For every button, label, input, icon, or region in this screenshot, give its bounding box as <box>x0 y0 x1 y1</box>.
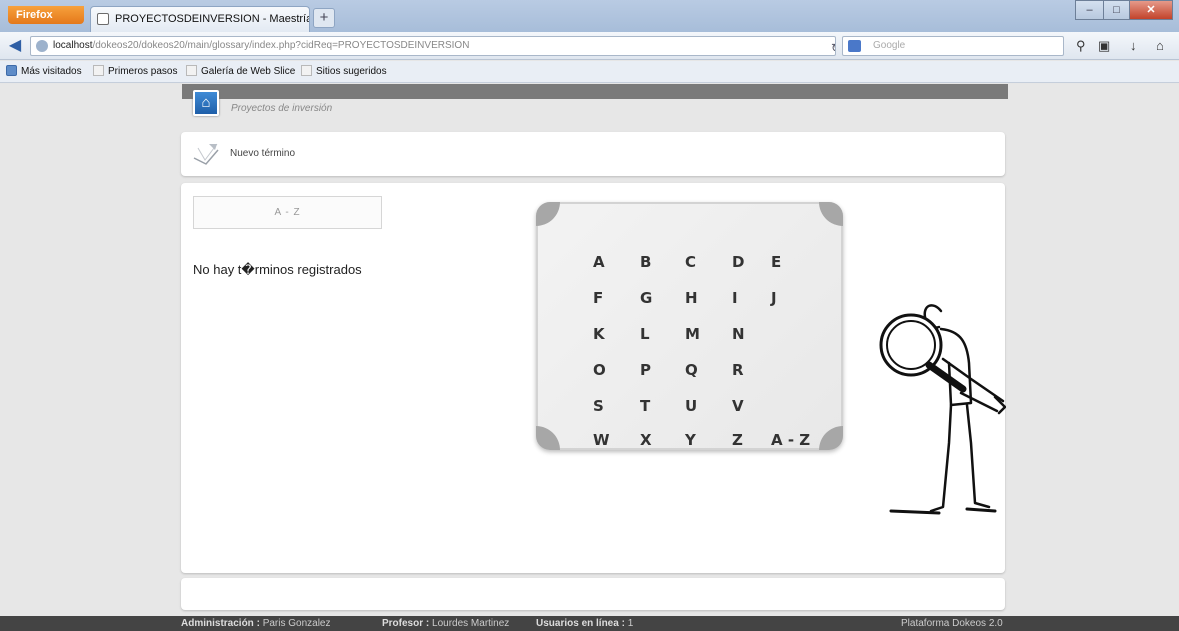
footer-bar: Administración : Paris Gonzalez Profesor… <box>0 616 1179 631</box>
bookmarks-menu-icon[interactable]: ▣ <box>1098 38 1110 54</box>
bookmark-page-icon <box>301 65 312 76</box>
magnifier-person-illustration <box>879 304 1006 515</box>
letter-link[interactable]: K <box>593 325 605 343</box>
footer-admin: Administración : Paris Gonzalez <box>181 618 331 629</box>
letter-link[interactable]: F <box>593 289 603 307</box>
site-identity-icon[interactable] <box>36 40 48 52</box>
new-term-link[interactable]: Nuevo término <box>230 148 295 159</box>
letter-link[interactable]: Z <box>732 431 743 449</box>
bookmark-web-slice[interactable]: Galería de Web Slice <box>186 65 295 79</box>
bookmark-suggested-sites[interactable]: Sitios sugeridos <box>301 65 387 79</box>
letter-all-link[interactable]: A - Z <box>771 431 810 449</box>
breadcrumb[interactable]: Proyectos de inversión <box>231 103 332 114</box>
firefox-menu-button[interactable]: Firefox <box>8 6 84 24</box>
letter-link[interactable]: H <box>685 289 698 307</box>
letter-link[interactable]: T <box>640 397 650 415</box>
glossary-content: A - Z No hay t�rminos registrados A B C D E F… <box>181 183 1006 573</box>
letter-link[interactable]: N <box>732 325 745 343</box>
maximize-button[interactable]: □ <box>1103 0 1130 20</box>
new-tab-button[interactable]: + <box>313 8 335 28</box>
address-bar[interactable]: localhost/dokeos20/dokeos20/main/glossar… <box>30 36 836 56</box>
url-path: /dokeos20/dokeos20/main/glossary/index.p… <box>92 40 470 51</box>
bookmark-star-icon <box>6 65 17 76</box>
letter-link[interactable]: O <box>593 361 606 379</box>
bookmark-page-icon <box>186 65 197 76</box>
letter-link[interactable]: X <box>640 431 652 449</box>
browser-navbar: ◀ localhost/dokeos20/dokeos20/main/gloss… <box>0 32 1179 60</box>
board-corner <box>819 202 843 226</box>
board-corner <box>819 426 843 450</box>
reload-icon[interactable]: ↻ <box>831 39 835 55</box>
tab-title: PROYECTOSDEINVERSION - Maestría en ... <box>115 13 310 25</box>
course-home-button[interactable]: ⌂ <box>193 90 219 116</box>
letter-link[interactable]: P <box>640 361 651 379</box>
home-icon[interactable]: ⌂ <box>1156 38 1164 53</box>
letter-link[interactable]: I <box>732 289 738 307</box>
search-engine-icon[interactable] <box>848 40 861 52</box>
letter-link[interactable]: C <box>685 253 696 271</box>
letter-link[interactable]: M <box>685 325 700 343</box>
az-tab[interactable]: A - Z <box>193 196 382 229</box>
board-corner <box>536 202 560 226</box>
search-icon[interactable]: ⚲ <box>1076 38 1086 54</box>
page-favicon-icon <box>97 13 109 25</box>
letter-link[interactable]: R <box>732 361 744 379</box>
bookmarks-toolbar: Más visitados Primeros pasos Galería de … <box>0 61 1179 83</box>
letter-link[interactable]: U <box>685 397 697 415</box>
letter-link[interactable]: S <box>593 397 604 415</box>
letter-link[interactable]: D <box>732 253 744 271</box>
letter-link[interactable]: E <box>771 253 781 271</box>
download-icon[interactable]: ↓ <box>1130 38 1137 53</box>
search-input[interactable]: Google <box>842 36 1064 56</box>
bookmark-page-icon <box>93 65 104 76</box>
letter-link[interactable]: A <box>593 253 605 271</box>
url-host: localhost <box>53 40 93 51</box>
footer-online-users[interactable]: Usuarios en línea : 1 <box>536 618 633 629</box>
close-window-button[interactable]: ✕ <box>1129 0 1173 20</box>
letter-link[interactable]: Y <box>685 431 696 449</box>
letter-link[interactable]: J <box>771 289 777 307</box>
letter-link[interactable]: W <box>593 431 610 449</box>
empty-terms-message: No hay t�rminos registrados <box>193 262 362 277</box>
footer-teacher: Profesor : Lourdes Martinez <box>382 618 510 629</box>
header-strip <box>182 84 1008 99</box>
glossary-toolbar: Nuevo término <box>181 132 1005 176</box>
back-arrow-icon[interactable]: ◀ <box>6 37 24 55</box>
letter-link[interactable]: G <box>640 289 652 307</box>
letter-index-board: A B C D E F G H I J K L M N O P Q R S T U V W X Y Z A - Z <box>536 202 843 450</box>
browser-titlebar: Firefox PROYECTOSDEINVERSION - Maestría … <box>0 0 1179 32</box>
board-corner <box>536 426 560 450</box>
bookmark-getting-started[interactable]: Primeros pasos <box>93 65 177 79</box>
letter-link[interactable]: Q <box>685 361 698 379</box>
search-placeholder: Google <box>873 40 906 51</box>
minimize-button[interactable]: – <box>1075 0 1104 20</box>
bookmark-most-visited[interactable]: Más visitados <box>6 65 82 79</box>
letter-link[interactable]: B <box>640 253 651 271</box>
browser-tab[interactable]: PROYECTOSDEINVERSION - Maestría en ... <box>90 6 310 32</box>
footer-platform[interactable]: Plataforma Dokeos 2.0 <box>901 618 1003 629</box>
bottom-panel <box>181 578 1005 610</box>
letter-link[interactable]: V <box>732 397 744 415</box>
new-term-icon[interactable] <box>191 140 221 168</box>
letter-link[interactable]: L <box>640 325 650 343</box>
